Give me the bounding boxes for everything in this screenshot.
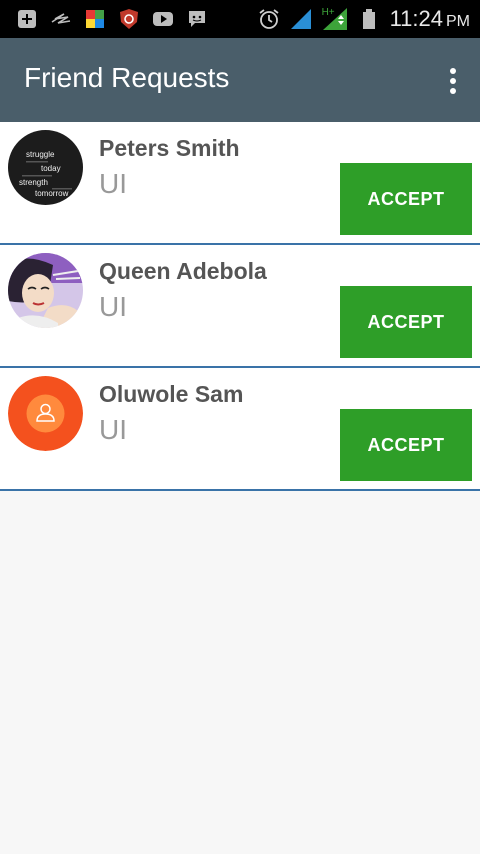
friend-request-list: struggle today strength tomorrow Peters …	[0, 122, 480, 491]
accept-button[interactable]: ACCEPT	[340, 163, 472, 235]
page-title: Friend Requests	[24, 62, 230, 93]
quote-image-avatar[interactable]: struggle today strength tomorrow	[8, 130, 83, 205]
cartoon-portrait-avatar[interactable]	[8, 253, 83, 328]
network-type-label: H+	[321, 7, 335, 18]
requester-subtitle: UI	[99, 291, 127, 322]
friend-request-item: Queen Adebola UI ACCEPT	[0, 245, 480, 368]
menu-dot	[450, 68, 456, 74]
friend-request-item: struggle today strength tomorrow Peters …	[0, 122, 480, 245]
app-bar: Friend Requests	[0, 38, 480, 122]
avatar-word: strength	[19, 178, 48, 187]
requester-name: Oluwole Sam	[99, 381, 244, 407]
battery-icon	[358, 8, 380, 30]
add-box-icon	[16, 8, 38, 30]
avatar-word: tomorrow	[35, 189, 69, 198]
notification-icons	[0, 8, 208, 30]
requester-name: Queen Adebola	[99, 258, 267, 284]
status-bar: H+ 11:24 PM	[0, 0, 480, 38]
signature-icon	[50, 8, 72, 30]
accept-button[interactable]: ACCEPT	[340, 286, 472, 358]
avatar-word: today	[41, 164, 61, 173]
clock: 11:24 PM	[390, 6, 470, 32]
requester-name: Peters Smith	[99, 135, 240, 161]
accept-button[interactable]: ACCEPT	[340, 409, 472, 481]
menu-dot	[450, 88, 456, 94]
requester-subtitle: UI	[99, 168, 127, 199]
clock-ampm: PM	[446, 13, 470, 30]
requester-subtitle: UI	[99, 414, 127, 445]
signal-icon	[290, 8, 312, 30]
data-hplus-icon: H+	[321, 7, 348, 30]
overflow-menu-icon[interactable]	[446, 66, 460, 96]
default-user-avatar[interactable]	[8, 376, 83, 451]
avatar-word: struggle	[26, 150, 55, 159]
friend-request-item: Oluwole Sam UI ACCEPT	[0, 368, 480, 491]
status-indicators: H+ 11:24 PM	[258, 0, 470, 38]
colorful-app-icon	[84, 8, 106, 30]
chat-bubble-icon	[186, 8, 208, 30]
clock-time: 11:24	[389, 6, 443, 31]
youtube-icon	[152, 8, 174, 30]
alarm-icon	[258, 8, 280, 30]
menu-dot	[450, 78, 456, 84]
shield-app-icon	[118, 8, 140, 30]
